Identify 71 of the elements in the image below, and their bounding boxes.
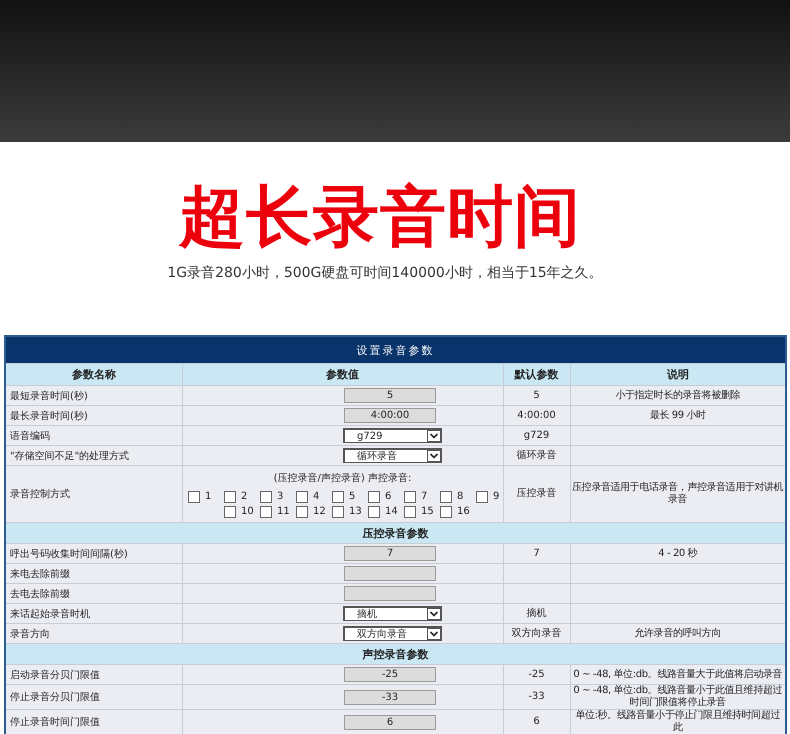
table-title: 设置录音参数 — [5, 336, 786, 364]
input-field[interactable] — [344, 566, 436, 581]
subtitle: 1G录音280小时，500G硬盘可时间140000小时，相当于15年之久。 — [167, 264, 603, 282]
checkbox[interactable]: 15 — [404, 506, 435, 518]
section-heading: 压控录音参数 — [5, 522, 786, 544]
table-cell: 7 — [533, 548, 540, 558]
checkbox[interactable]: 3 — [260, 490, 291, 502]
checkbox[interactable]: 5 — [332, 490, 363, 502]
table-cell: 4 - 20 秒 — [658, 548, 698, 558]
input-field[interactable]: -33 — [344, 690, 436, 704]
table-cell: 最短录音时间(秒) — [5, 386, 182, 406]
checkbox[interactable]: 2 — [224, 490, 255, 502]
checkbox[interactable]: 8 — [440, 490, 471, 502]
input-field[interactable]: -25 — [344, 667, 436, 682]
table-cell: -33 — [528, 691, 545, 702]
checkbox[interactable]: 1 — [188, 490, 219, 502]
table-cell: 摘机 — [526, 608, 546, 618]
headline: 超长录音时间 — [179, 178, 581, 256]
caret-icon — [427, 450, 441, 462]
table-cell: 来电去除前缀 — [5, 564, 182, 584]
table-cell: "存储空间不足"的处理方式 — [5, 446, 182, 466]
table-cell: 呼出号码收集时间间隔(秒) — [5, 544, 182, 564]
table-cell: 最长 99 小时 — [650, 410, 706, 420]
table-cell: 去电去除前缀 — [5, 584, 182, 604]
table-cell: 停止录音分贝门限值 — [5, 684, 182, 710]
caret-icon — [427, 430, 441, 442]
input-field[interactable]: 5 — [344, 388, 436, 403]
table-cell: 6 — [533, 716, 540, 727]
table-cell: 双方向录音 — [512, 628, 562, 638]
checkbox[interactable]: 11 — [260, 506, 291, 518]
checkbox[interactable]: 10 — [224, 506, 255, 518]
caret-icon — [427, 628, 441, 640]
table-cell: 循环录音 — [516, 450, 556, 460]
checkbox[interactable]: 4 — [296, 490, 327, 502]
table-cell: 单位:秒。线路音量小于停止门限且维持时间超过此 — [575, 710, 780, 733]
table-cell: 0 ~ -48, 单位:db。线路音量大于此值将启动录音 — [573, 668, 782, 680]
checkbox[interactable]: 7 — [404, 490, 435, 502]
table-cell: 最长录音时间(秒) — [5, 406, 182, 426]
checkbox[interactable]: 6 — [368, 490, 399, 502]
column-header: 默认参数 — [503, 364, 570, 386]
input-field[interactable]: 4:00:00 — [344, 408, 436, 423]
dropdown[interactable]: 摘机 — [343, 606, 442, 621]
table-cell: 0 ~ -48, 单位:db。线路音量小于此值且维持超过时间门限值将停止录音 — [573, 685, 782, 708]
input-field[interactable]: 7 — [344, 546, 436, 561]
dropdown[interactable]: 循环录音 — [343, 448, 442, 463]
table-cell: 小于指定时长的录音将被删除 — [615, 390, 740, 400]
input-field[interactable]: 6 — [344, 714, 436, 730]
checkbox[interactable]: 13 — [332, 506, 363, 518]
column-header: 说明 — [570, 364, 786, 386]
table-cell: 启动录音分贝门限值 — [5, 664, 182, 684]
input-field[interactable] — [344, 586, 436, 601]
table-cell: 4:00:00 — [517, 410, 556, 420]
checkbox[interactable]: 12 — [296, 506, 327, 518]
section-heading: 声控录音参数 — [5, 644, 786, 664]
column-header: 参数值 — [182, 364, 503, 386]
table-cell: 压控录音适用于电话录音，声控录音适用于对讲机录音 — [572, 482, 784, 505]
checkbox[interactable]: 14 — [368, 506, 399, 518]
checkbox[interactable]: 9 — [476, 490, 507, 502]
table-cell: -25 — [528, 668, 545, 680]
checkbox[interactable]: 16 — [440, 506, 471, 518]
caret-icon — [427, 608, 441, 620]
table-cell: 语音编码 — [5, 426, 182, 446]
table-cell: 压控录音 — [516, 488, 556, 499]
column-header: 参数名称 — [5, 364, 182, 386]
table-cell: 5 — [533, 390, 540, 400]
table-cell: g729 — [524, 430, 550, 440]
dropdown[interactable]: 双方向录音 — [343, 626, 442, 641]
table-cell: 允许录音的呼叫方向 — [634, 628, 721, 638]
caption: (压控录音/声控录音) 声控录音: — [272, 472, 412, 484]
table-cell: 来话起始录音时机 — [5, 604, 182, 624]
dropdown[interactable]: g729 — [343, 428, 442, 443]
